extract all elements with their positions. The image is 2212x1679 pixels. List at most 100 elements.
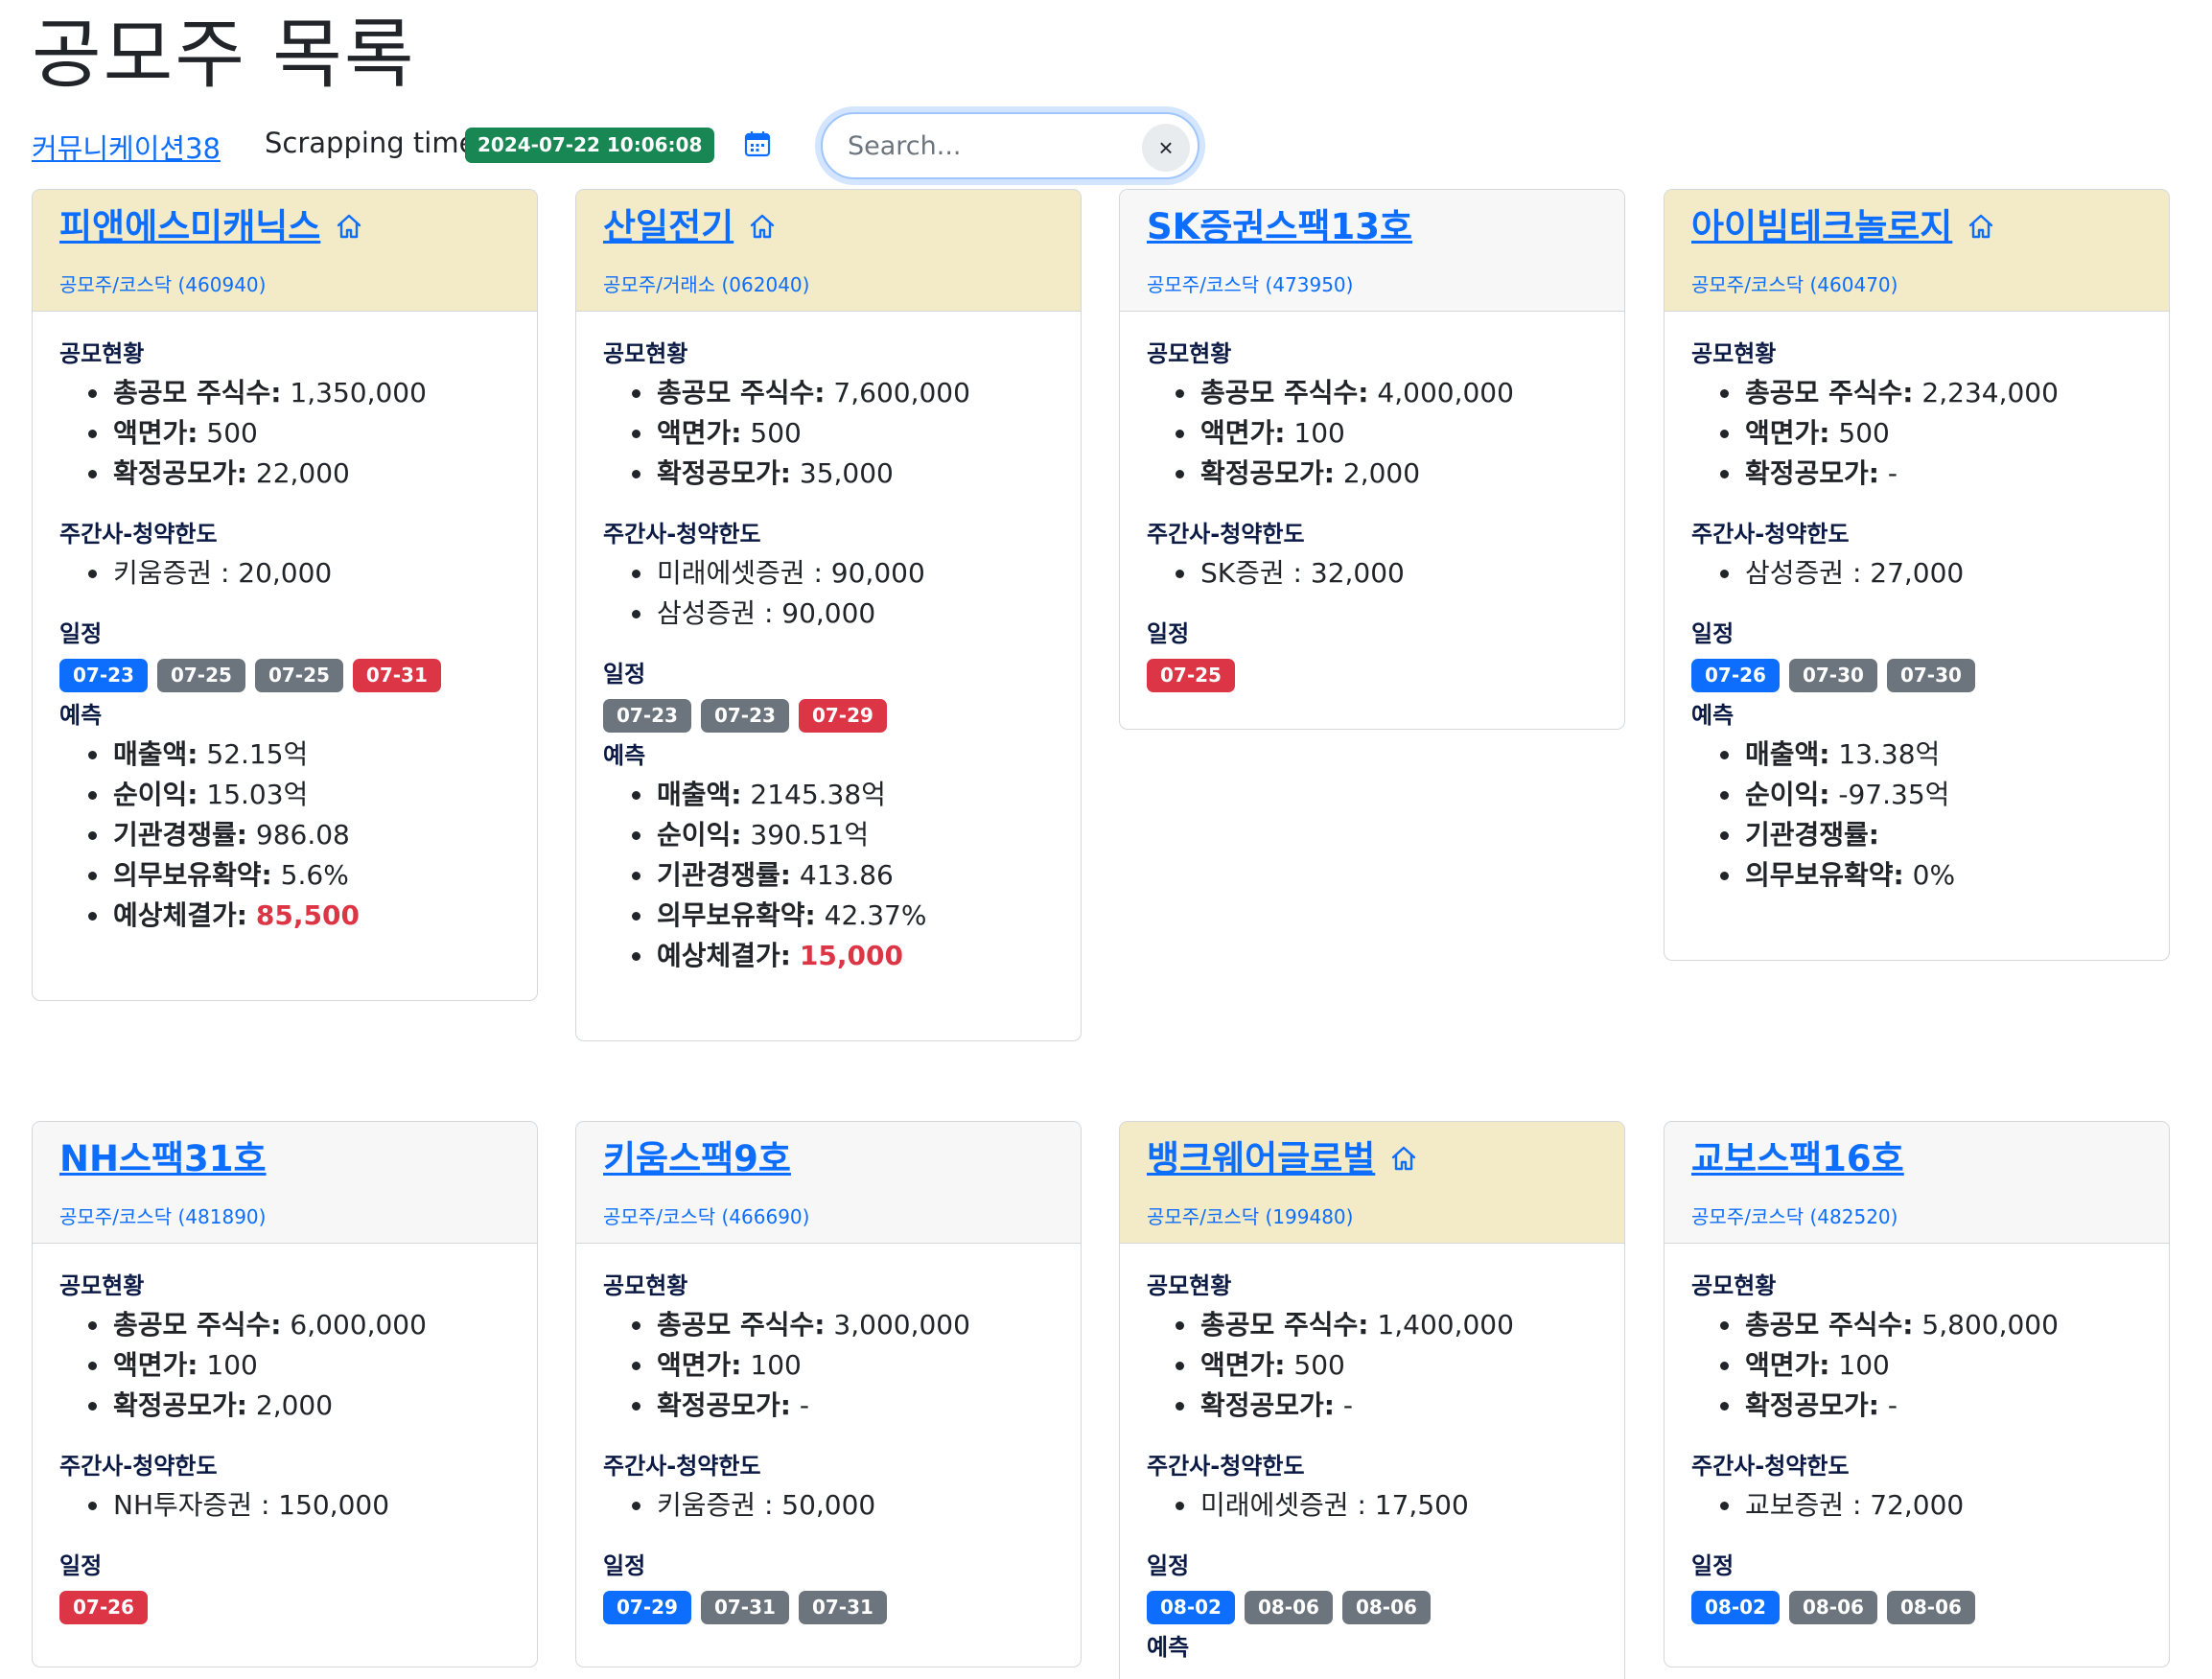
revenue-label: 매출액: <box>1745 738 1830 770</box>
list-item: 의무보유확약: 5.6% <box>59 855 510 896</box>
net-income-value: -97.35억 <box>1829 779 1950 810</box>
clear-search-button[interactable]: × <box>1142 124 1190 172</box>
list-item: 의무보유확약: 42.37% <box>603 896 1054 936</box>
schedule-date-badge: 08-02 <box>1691 1591 1780 1624</box>
forecast-section-title: 예측 <box>1691 702 1735 729</box>
underwriter-section-title: 주간사-청약한도 <box>59 521 218 548</box>
par-value-label: 액면가: <box>113 417 198 449</box>
schedule-date-badge: 07-31 <box>700 1591 789 1624</box>
schedule-date-badge: 07-23 <box>59 659 148 692</box>
company-name-link[interactable]: 피앤에스미캐닉스 <box>59 206 364 248</box>
list-item: 총공모 주식수: 6,000,000 <box>59 1305 510 1345</box>
company-name-link[interactable]: 교보스팩16호 <box>1691 1138 1904 1180</box>
total-shares-label: 총공모 주식수: <box>1200 1309 1369 1341</box>
expected-price-label: 예상체결가: <box>657 940 791 971</box>
company-link[interactable]: 커뮤니케이션38 <box>32 127 221 167</box>
list-item: 매출액: 13.38억 <box>1691 735 2142 775</box>
underwriter-list: 미래에셋증권 : 90,000 삼성증권 : 90,000 <box>603 553 1054 634</box>
final-price-value: - <box>1879 1389 1898 1421</box>
offering-list: 총공모 주식수: 3,000,000 액면가: 100 확정공모가: - <box>603 1305 1054 1426</box>
company-name-link[interactable]: 키움스팩9호 <box>603 1138 791 1180</box>
home-icon <box>750 214 775 239</box>
underwriter-list: 교보증권 : 72,000 <box>1691 1485 2142 1526</box>
forecast-list: 매출액: 2145.38억 순이익: 390.51억 기관경쟁률: 413.86 의무… <box>603 775 1054 976</box>
net-income-label: 순이익: <box>1745 779 1830 810</box>
list-item: 액면가: 500 <box>603 413 1054 454</box>
ipo-card: 키움스팩9호 공모주/코스닥 (466690) 공모현황 총공모 주식수: 3,000… <box>575 1121 1082 1667</box>
list-item: 액면가: 100 <box>1691 1345 2142 1386</box>
scrapping-time-badge: 2024-07-22 10:06:08 <box>465 128 715 163</box>
company-name-link[interactable]: NH스팩31호 <box>59 1138 267 1180</box>
total-shares-label: 총공모 주식수: <box>1745 377 1914 408</box>
revenue-value: 52.15억 <box>198 738 309 770</box>
schedule-section-title: 일정 <box>603 661 646 688</box>
schedule-badges: 08-02 08-06 08-06 <box>1691 1591 2142 1624</box>
card-header: 아이빔테크놀로지 공모주/코스닥 (460470) <box>1665 190 2169 312</box>
underwriter-section-title: 주간사-청약한도 <box>1147 1453 1305 1480</box>
forecast-section-title: 예측 <box>1147 1634 1190 1661</box>
par-value-label: 액면가: <box>657 417 742 449</box>
revenue-label: 매출액: <box>657 779 742 810</box>
company-name-link[interactable]: 산일전기 <box>603 206 778 248</box>
list-item: 확정공모가: - <box>1691 454 2142 494</box>
toolbar: 커뮤니케이션38 Scrapping time: 2024-07-22 10:0… <box>32 112 1199 179</box>
schedule-section-title: 일정 <box>1147 1552 1190 1579</box>
card-header: 피앤에스미캐닉스 공모주/코스닥 (460940) <box>33 190 537 312</box>
forecast-section-title: 예측 <box>59 702 103 729</box>
total-shares-label: 총공모 주식수: <box>1745 1309 1914 1341</box>
final-price-label: 확정공모가: <box>1745 457 1879 489</box>
offering-section-title: 공모현황 <box>1147 1272 1232 1299</box>
final-price-value: - <box>1879 457 1898 489</box>
par-value-value: 500 <box>741 417 802 449</box>
net-income-value: 390.51억 <box>741 819 870 851</box>
list-item: 액면가: 500 <box>1147 1345 1597 1386</box>
final-price-label: 확정공모가: <box>113 1389 247 1421</box>
par-value-value: 100 <box>741 1349 802 1381</box>
list-item: 교보증권 : 72,000 <box>1691 1485 2142 1526</box>
underwriter-list: 키움증권 : 50,000 <box>603 1485 1054 1526</box>
schedule-section-title: 일정 <box>59 620 103 647</box>
calendar-icon[interactable] <box>743 129 772 158</box>
offering-list: 총공모 주식수: 2,234,000 액면가: 500 확정공모가: - <box>1691 373 2142 494</box>
ipo-card: NH스팩31호 공모주/코스닥 (481890) 공모현황 총공모 주식수: 6,00… <box>32 1121 538 1667</box>
card-header: 산일전기공모주/거래소 (062040) <box>576 190 1081 312</box>
schedule-date-badge: 07-30 <box>1886 659 1975 692</box>
company-name-link[interactable]: 뱅크웨어글로벌 <box>1147 1138 1419 1180</box>
list-item: 확정공모가: 22,000 <box>59 454 510 494</box>
offering-section-title: 공모현황 <box>1691 1272 1777 1299</box>
underwriter-section-title: 주간사-청약한도 <box>1691 1453 1850 1480</box>
list-item: 액면가: 100 <box>59 1345 510 1386</box>
schedule-badges: 08-02 08-06 08-06 <box>1147 1591 1597 1624</box>
ipo-card: 아이빔테크놀로지 공모주/코스닥 (460470) 공모현황 총공모 주식수: 2,2… <box>1664 189 2170 961</box>
company-name-link[interactable]: 아이빔테크놀로지 <box>1691 206 1996 248</box>
offering-section-title: 공모현황 <box>1147 340 1232 367</box>
schedule-date-badge: 08-02 <box>1147 1591 1235 1624</box>
offering-list: 총공모 주식수: 4,000,000 액면가: 100 확정공모가: 2,000 <box>1147 373 1597 494</box>
company-name: 피앤에스미캐닉스 <box>59 206 321 247</box>
company-market-code: 공모주/거래소 (062040) <box>603 273 810 296</box>
card-body: 공모현황 총공모 주식수: 3,000,000 액면가: 100 확정공모가: - 주간… <box>576 1244 1081 1642</box>
company-name-link[interactable]: SK증권스팩13호 <box>1147 206 1412 248</box>
list-item: 확정공모가: - <box>1691 1386 2142 1426</box>
schedule-date-badge: 07-25 <box>156 659 245 692</box>
total-shares-label: 총공모 주식수: <box>1200 377 1369 408</box>
list-item: 총공모 주식수: 2,234,000 <box>1691 373 2142 413</box>
final-price-label: 확정공모가: <box>1200 457 1335 489</box>
ipo-card: 뱅크웨어글로벌 공모주/코스닥 (199480) 공모현황 총공모 주식수: 1,40… <box>1119 1121 1625 1679</box>
company-name: SK증권스팩13호 <box>1147 206 1413 247</box>
list-item: 키움증권 : 20,000 <box>59 553 510 594</box>
card-body: 공모현황 총공모 주식수: 5,800,000 액면가: 100 확정공모가: - 주간… <box>1665 1244 2169 1642</box>
underwriter-list: 키움증권 : 20,000 <box>59 553 510 594</box>
search-input[interactable] <box>848 126 1116 166</box>
list-item: 매출액: 2145.38억 <box>603 775 1054 815</box>
ipo-card: 교보스팩16호 공모주/코스닥 (482520) 공모현황 총공모 주식수: 5,80… <box>1664 1121 2170 1667</box>
card-header: 뱅크웨어글로벌 공모주/코스닥 (199480) <box>1120 1122 1624 1244</box>
total-shares-label: 총공모 주식수: <box>113 1309 282 1341</box>
page-title: 공모주 목록 <box>32 11 416 99</box>
list-item: 기관경쟁률: 413.86 <box>603 855 1054 896</box>
final-price-value: - <box>1335 1389 1354 1421</box>
par-value-value: 500 <box>198 417 258 449</box>
final-price-value: 35,000 <box>791 457 894 489</box>
schedule-badges: 07-26 07-30 07-30 <box>1691 659 2142 692</box>
net-income-label: 순이익: <box>113 779 198 810</box>
